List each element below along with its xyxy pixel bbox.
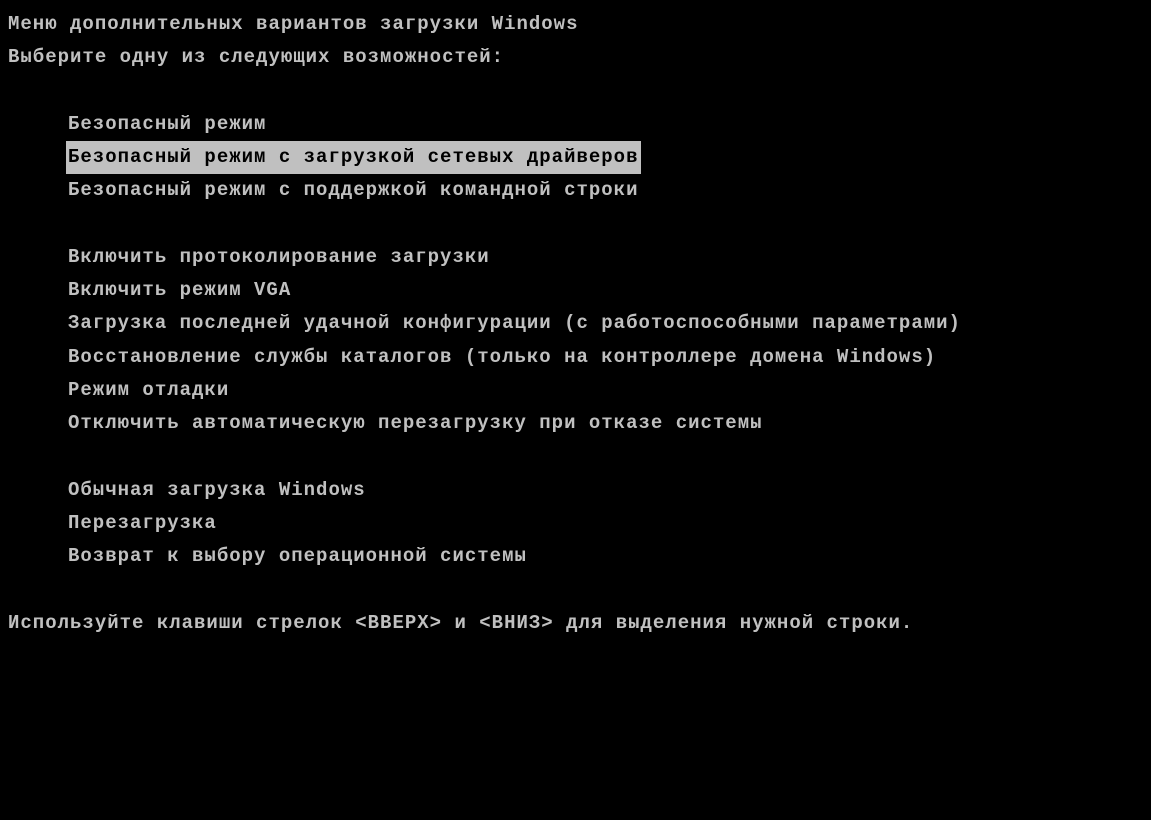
safe-mode-group: Безопасный режим Безопасный режим с загр… xyxy=(66,108,1143,208)
option-safe-mode-command-prompt[interactable]: Безопасный режим с поддержкой командной … xyxy=(66,174,641,207)
menu-title: Меню дополнительных вариантов загрузки W… xyxy=(8,8,1143,41)
option-debugging-mode[interactable]: Режим отладки xyxy=(66,374,231,407)
menu-subtitle: Выберите одну из следующих возможностей: xyxy=(8,41,1143,74)
option-start-normally[interactable]: Обычная загрузка Windows xyxy=(66,474,368,507)
option-directory-services-restore[interactable]: Восстановление службы каталогов (только … xyxy=(66,341,938,374)
boot-options-menu: Безопасный режим Безопасный режим с загр… xyxy=(8,108,1143,574)
option-safe-mode[interactable]: Безопасный режим xyxy=(66,108,268,141)
option-last-known-good[interactable]: Загрузка последней удачной конфигурации … xyxy=(66,307,963,340)
option-vga-mode[interactable]: Включить режим VGA xyxy=(66,274,293,307)
option-return-to-os-choices[interactable]: Возврат к выбору операционной системы xyxy=(66,540,529,573)
option-boot-logging[interactable]: Включить протоколирование загрузки xyxy=(66,241,492,274)
boot-menu-header: Меню дополнительных вариантов загрузки W… xyxy=(8,8,1143,75)
navigation-hint: Используйте клавиши стрелок <ВВЕРХ> и <В… xyxy=(8,607,1143,640)
option-reboot[interactable]: Перезагрузка xyxy=(66,507,219,540)
boot-menu-footer: Используйте клавиши стрелок <ВВЕРХ> и <В… xyxy=(8,607,1143,640)
option-disable-auto-restart[interactable]: Отключить автоматическую перезагрузку пр… xyxy=(66,407,765,440)
normal-group: Обычная загрузка Windows Перезагрузка Во… xyxy=(66,474,1143,574)
advanced-group: Включить протоколирование загрузки Включ… xyxy=(66,241,1143,441)
option-safe-mode-networking[interactable]: Безопасный режим с загрузкой сетевых дра… xyxy=(66,141,641,174)
